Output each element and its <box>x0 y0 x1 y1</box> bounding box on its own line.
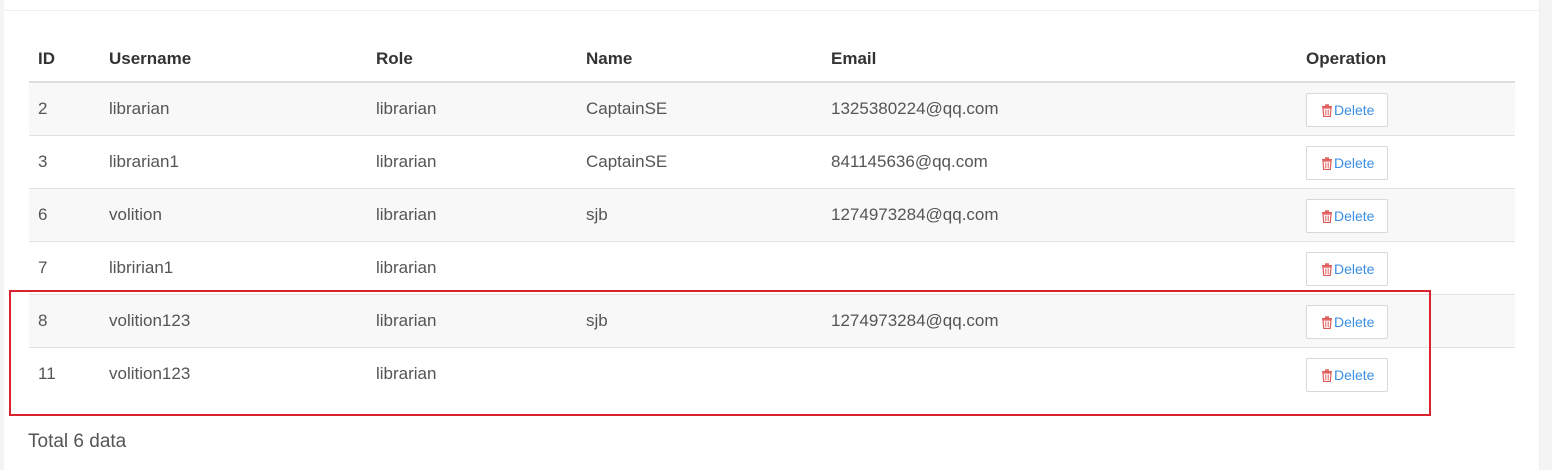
table-row: 8 volition123 librarian sjb 1274973284@q… <box>29 294 1515 348</box>
column-header-operation: Operation <box>1297 37 1515 83</box>
cell-role: librarian <box>367 294 577 348</box>
cell-id: 7 <box>29 241 100 295</box>
cell-email: 841145636@qq.com <box>822 135 1297 189</box>
user-list-panel: ID Username Role Name Email Operation 2 … <box>4 0 1540 470</box>
page: ID Username Role Name Email Operation 2 … <box>0 0 1552 470</box>
column-header-email[interactable]: Email <box>822 37 1297 83</box>
cell-email <box>822 241 1297 295</box>
cell-name <box>577 347 822 400</box>
cell-name: CaptainSE <box>577 82 822 136</box>
delete-button[interactable]: Delete <box>1306 93 1389 127</box>
cell-email: 1325380224@qq.com <box>822 82 1297 136</box>
table-row: 11 volition123 librarian Delete <box>29 347 1515 400</box>
cell-operation: Delete <box>1297 188 1515 242</box>
table-row: 2 librarian librarian CaptainSE 13253802… <box>29 82 1515 136</box>
column-header-id[interactable]: ID <box>29 37 100 83</box>
cell-id: 11 <box>29 347 100 400</box>
cell-name: CaptainSE <box>577 135 822 189</box>
trash-icon <box>1322 156 1332 170</box>
delete-button-label: Delete <box>1334 102 1375 118</box>
column-header-username[interactable]: Username <box>100 37 367 83</box>
cell-id: 2 <box>29 82 100 136</box>
table-row: 7 libririan1 librarian Delete <box>29 241 1515 295</box>
cell-username: volition123 <box>100 294 367 348</box>
trash-icon <box>1322 368 1332 382</box>
cell-username: volition <box>100 188 367 242</box>
delete-button-label: Delete <box>1334 367 1375 383</box>
panel-divider <box>4 10 1540 11</box>
cell-username: libririan1 <box>100 241 367 295</box>
cell-role: librarian <box>367 135 577 189</box>
cell-email <box>822 347 1297 400</box>
table-row: 3 librarian1 librarian CaptainSE 8411456… <box>29 135 1515 189</box>
page-right-edge <box>1539 0 1552 470</box>
delete-button-label: Delete <box>1334 208 1375 224</box>
column-header-role[interactable]: Role <box>367 37 577 83</box>
user-table: ID Username Role Name Email Operation 2 … <box>29 37 1515 400</box>
trash-icon <box>1322 315 1332 329</box>
cell-username: librarian1 <box>100 135 367 189</box>
column-header-name[interactable]: Name <box>577 37 822 83</box>
cell-name <box>577 241 822 295</box>
table-row: 6 volition librarian sjb 1274973284@qq.c… <box>29 188 1515 242</box>
cell-operation: Delete <box>1297 135 1515 189</box>
delete-button[interactable]: Delete <box>1306 252 1389 286</box>
cell-role: librarian <box>367 347 577 400</box>
cell-id: 8 <box>29 294 100 348</box>
trash-icon <box>1322 209 1332 223</box>
cell-name: sjb <box>577 294 822 348</box>
cell-role: librarian <box>367 188 577 242</box>
cell-role: librarian <box>367 241 577 295</box>
cell-name: sjb <box>577 188 822 242</box>
trash-icon <box>1322 103 1332 117</box>
delete-button[interactable]: Delete <box>1306 305 1389 339</box>
delete-button[interactable]: Delete <box>1306 199 1389 233</box>
cell-username: librarian <box>100 82 367 136</box>
cell-username: volition123 <box>100 347 367 400</box>
cell-id: 6 <box>29 188 100 242</box>
delete-button-label: Delete <box>1334 314 1375 330</box>
cell-operation: Delete <box>1297 241 1515 295</box>
cell-email: 1274973284@qq.com <box>822 294 1297 348</box>
delete-button[interactable]: Delete <box>1306 358 1389 392</box>
trash-icon <box>1322 262 1332 276</box>
cell-operation: Delete <box>1297 347 1515 400</box>
cell-operation: Delete <box>1297 294 1515 348</box>
cell-operation: Delete <box>1297 82 1515 136</box>
cell-id: 3 <box>29 135 100 189</box>
cell-email: 1274973284@qq.com <box>822 188 1297 242</box>
cell-role: librarian <box>367 82 577 136</box>
delete-button[interactable]: Delete <box>1306 146 1389 180</box>
table-header-row: ID Username Role Name Email Operation <box>29 37 1515 83</box>
delete-button-label: Delete <box>1334 155 1375 171</box>
total-count-text: Total 6 data <box>28 431 127 452</box>
delete-button-label: Delete <box>1334 261 1375 277</box>
